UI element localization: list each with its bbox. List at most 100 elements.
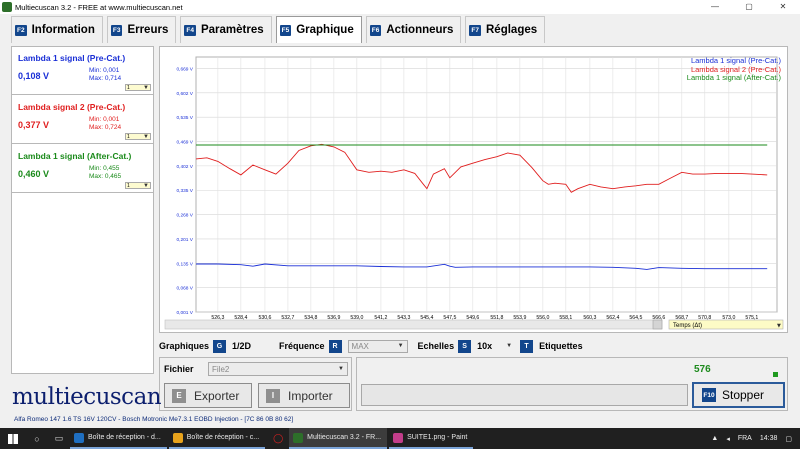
y-axis-ticks: 0,001 V 0,068 V 0,135 V 0,201 V 0,268 V 0,335… — [176, 66, 193, 316]
signal-max: Max: 0,724 — [89, 124, 122, 131]
export-button[interactable]: E Exporter — [164, 383, 252, 408]
frequence-select[interactable]: MAX ▼ — [347, 339, 408, 353]
graph-panel: 0,001 V 0,068 V 0,135 V 0,201 V 0,268 V 0,335… — [159, 46, 788, 333]
maximize-icon[interactable]: ▢ — [732, 0, 766, 14]
language-indicator[interactable]: FRA — [738, 435, 752, 442]
chrome-icon — [74, 432, 84, 443]
opera-icon[interactable]: ◯ — [267, 428, 289, 449]
echelles-value[interactable]: 10x — [477, 341, 492, 351]
minimize-icon[interactable]: — — [698, 0, 732, 14]
main-tabs: F2 Information F3 Erreurs F4 Paramètres … — [0, 16, 800, 43]
time-axis-label: Temps (Δt) — [673, 323, 702, 329]
signal-item-pre-cat-1[interactable]: Lambda 1 signal (Pre-Cat.) 0,108 V Min: … — [12, 47, 153, 95]
system-tray: ▲ ◂ FRA 14:38 ▢ — [711, 428, 800, 449]
activity-indicator — [773, 372, 778, 377]
signal-min: Min: 0,001 — [89, 67, 120, 74]
echelles-key[interactable]: S — [458, 339, 472, 353]
frequence-key[interactable]: R — [328, 339, 342, 353]
window-title: Multiecuscan 3.2 - FREE at www.multiecus… — [15, 2, 183, 12]
tab-label: Actionneurs — [386, 24, 454, 36]
legend-entry: Lambda 1 signal (After-Cat.) — [686, 73, 781, 82]
tab-graphique[interactable]: F5 Graphique — [275, 16, 362, 43]
stop-key: F10 — [702, 388, 716, 402]
tab-reglages[interactable]: F7 Réglages — [465, 16, 546, 43]
sample-counter: 576 — [694, 364, 711, 375]
y-tick-label: 0,602 V — [176, 91, 193, 97]
chevron-down-icon: ▼ — [338, 366, 344, 372]
scale-value: 1 — [127, 84, 130, 91]
chart-grid — [195, 56, 778, 313]
fkey-badge: F4 — [184, 24, 196, 36]
y-tick-label: 0,068 V — [176, 286, 193, 292]
close-icon[interactable]: ✕ — [766, 0, 800, 14]
chevron-down-icon[interactable]: ▼ — [506, 343, 512, 349]
scale-select[interactable]: 1 ▼ — [125, 84, 151, 91]
fkey-badge: F2 — [15, 24, 27, 36]
tab-label: Erreurs — [127, 24, 169, 36]
scroll-thumb — [652, 319, 663, 330]
time-scrollbar: Temps (Δt) ▼ — [164, 319, 784, 330]
graphiques-value[interactable]: 1/2D — [232, 341, 251, 351]
fichier-label: Fichier — [164, 364, 194, 374]
y-tick-label: 0,402 V — [176, 164, 193, 170]
chevron-down-icon: ▼ — [143, 133, 149, 140]
tab-parametres[interactable]: F4 Paramètres — [180, 16, 272, 43]
signal-min: Min: 0,001 — [89, 116, 120, 123]
network-icon[interactable]: ▲ — [711, 435, 718, 442]
taskbar-item[interactable]: SUITE1.png - Paint — [389, 428, 474, 449]
vehicle-status: Alfa Romeo 147 1.6 TS 16V 120CV - Bosch … — [0, 416, 800, 426]
file-select[interactable]: File2 ▼ — [208, 362, 348, 376]
fkey-badge: F5 — [279, 24, 292, 36]
import-button[interactable]: I Importer — [258, 383, 350, 408]
time-scroll-track — [164, 319, 663, 330]
task-view-icon[interactable]: ▭ — [48, 428, 70, 449]
tab-actionneurs[interactable]: F6 Actionneurs — [365, 16, 462, 43]
file-value: File2 — [212, 364, 230, 374]
taskbar-item[interactable]: Multiecuscan 3.2 - FR... — [289, 428, 388, 449]
echelles-label: Echelles — [417, 341, 455, 351]
export-label: Exporter — [194, 388, 240, 403]
taskbar-item-label: Boîte de réception - c... — [186, 434, 260, 441]
search-icon[interactable]: ○ — [26, 428, 48, 449]
graph-controls: Graphiques G 1/2D Fréquence R MAX ▼ Echel… — [159, 338, 788, 354]
signal-value: 0,108 V — [18, 71, 50, 81]
multiecuscan-logo: multiecuscan — [12, 384, 162, 410]
taskbar-item[interactable]: Boîte de réception - c... — [168, 428, 266, 449]
clock[interactable]: 14:38 — [760, 435, 778, 442]
signal-item-after-cat[interactable]: Lambda 1 signal (After-Cat.) 0,460 V Min… — [12, 145, 153, 193]
export-key: E — [172, 388, 186, 403]
y-tick-label: 0,535 V — [176, 115, 193, 121]
y-tick-label: 0,469 V — [176, 140, 193, 146]
scale-select[interactable]: 1 ▼ — [125, 133, 151, 140]
tab-erreurs[interactable]: F3 Erreurs — [106, 16, 177, 43]
chevron-down-icon: ▼ — [777, 323, 781, 329]
fkey-badge: F3 — [110, 24, 123, 36]
multiecuscan-icon — [293, 432, 304, 443]
tab-label: Graphique — [296, 24, 354, 36]
y-tick-label: 0,669 V — [176, 66, 193, 72]
stop-button[interactable]: F10 Stopper — [692, 382, 785, 408]
chevron-down-icon: ▼ — [143, 182, 149, 189]
volume-icon[interactable]: ◂ — [726, 435, 730, 443]
tab-information[interactable]: F2 Information — [11, 16, 103, 43]
notification-icon[interactable]: ▢ — [785, 435, 792, 443]
stop-label: Stopper — [722, 388, 765, 402]
taskbar-item[interactable]: Boîte de réception - d... — [70, 428, 167, 449]
graphiques-key[interactable]: G — [213, 339, 227, 353]
chevron-down-icon: ▼ — [397, 343, 404, 349]
etiquettes-key[interactable]: T — [520, 339, 534, 353]
y-tick-label: 0,001 V — [176, 310, 193, 316]
taskbar-item-label: SUITE1.png - Paint — [407, 434, 468, 441]
chart-legend: Lambda 1 signal (Pre-Cat.) Lambda signal… — [686, 56, 781, 83]
signal-item-pre-cat-2[interactable]: Lambda signal 2 (Pre-Cat.) 0,377 V Min: … — [12, 96, 153, 144]
start-button[interactable] — [0, 428, 26, 449]
signal-name: Lambda 1 signal (After-Cat.) — [18, 151, 132, 161]
etiquettes-label[interactable]: Etiquettes — [539, 341, 583, 351]
frequence-value: MAX — [351, 341, 369, 351]
scale-value: 1 — [127, 182, 130, 189]
scale-select[interactable]: 1 ▼ — [125, 182, 151, 189]
scale-value: 1 — [127, 133, 130, 140]
signal-value: 0,377 V — [18, 120, 50, 130]
signal-max: Max: 0,465 — [89, 173, 122, 180]
title-bar: Multiecuscan 3.2 - FREE at www.multiecus… — [0, 0, 800, 14]
